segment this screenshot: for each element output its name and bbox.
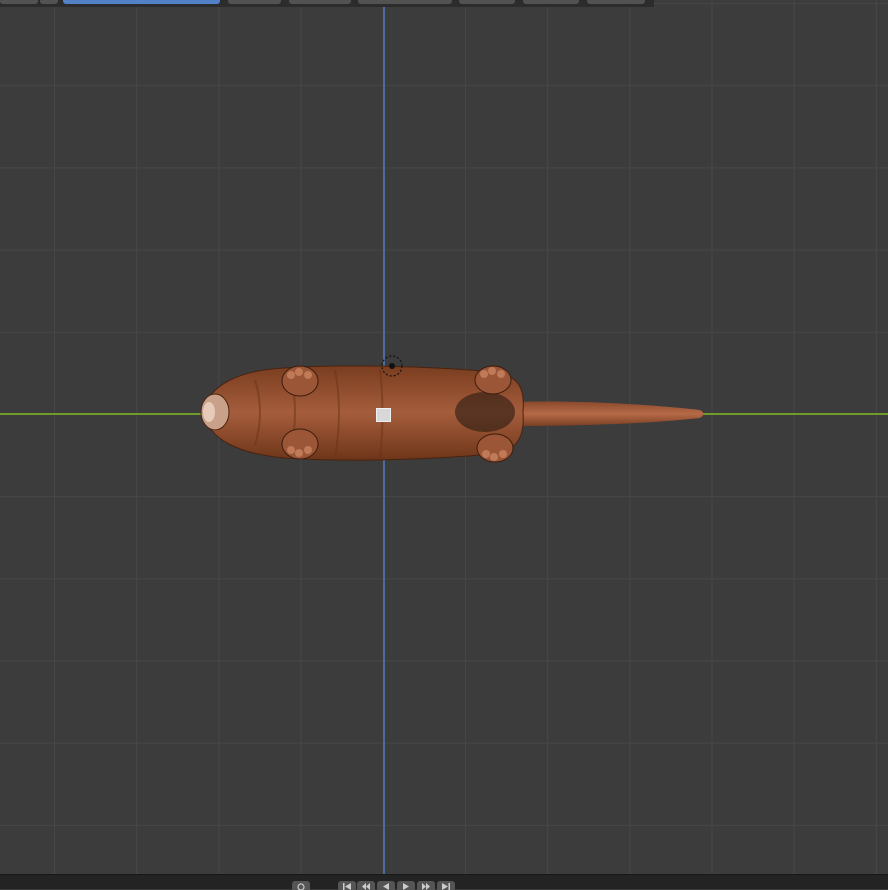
3d-viewport[interactable]	[0, 0, 888, 874]
header-mode-select[interactable]	[0, 0, 38, 4]
header-view-menu[interactable]	[63, 0, 220, 4]
light-object-icon[interactable]	[380, 354, 404, 378]
header-menu-2[interactable]	[289, 0, 351, 4]
header-menu-4[interactable]	[459, 0, 515, 4]
header-dropdown-icon[interactable]	[40, 0, 58, 4]
header-menu-6[interactable]	[587, 0, 645, 4]
viewport-header	[0, 0, 654, 7]
cat-model[interactable]	[195, 350, 710, 475]
timeline-bar	[0, 874, 888, 890]
header-menu-5[interactable]	[523, 0, 579, 4]
header-menu-3[interactable]	[358, 0, 452, 4]
header-menu-1[interactable]	[228, 0, 281, 4]
object-origin-marker[interactable]	[376, 408, 391, 422]
